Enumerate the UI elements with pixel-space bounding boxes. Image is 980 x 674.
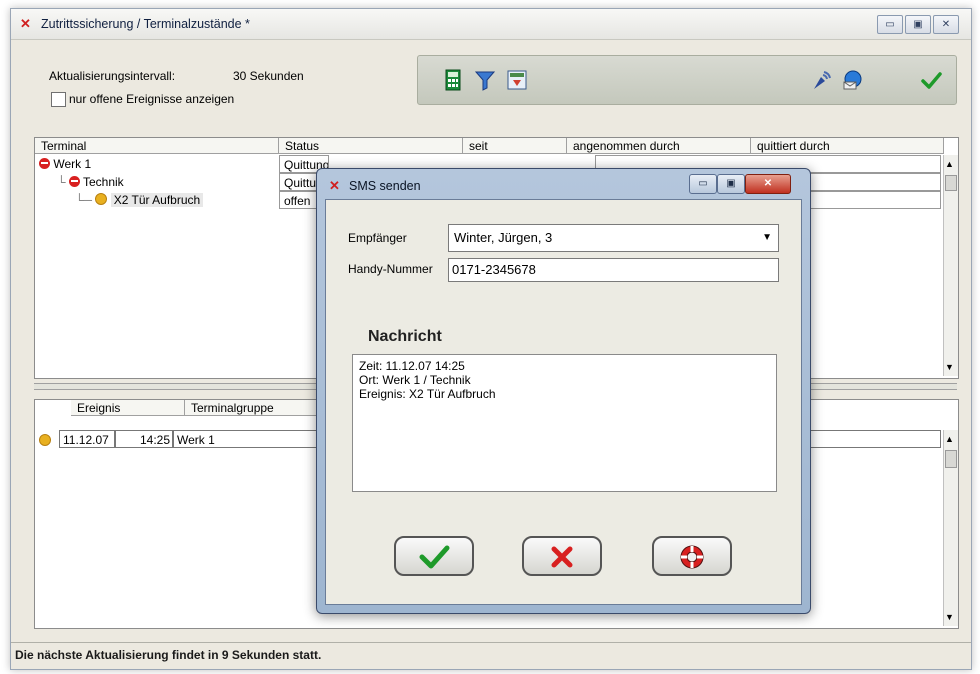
event-row-cell: [805, 430, 941, 448]
interval-value: 30 Sekunden: [233, 69, 304, 83]
dialog-body: Empfänger Winter, Jürgen, 3 ▼ Handy-Numm…: [325, 199, 802, 605]
help-button[interactable]: [652, 536, 732, 576]
scroll-thumb[interactable]: [945, 175, 957, 191]
alarm-icon: [68, 176, 80, 187]
scroll-thumb[interactable]: [945, 450, 957, 468]
tree-row-x2-door[interactable]: └─ X2 Tür Aufbruch: [75, 191, 204, 209]
radio-signal-icon[interactable]: [811, 69, 833, 91]
column-header-status[interactable]: Status: [279, 138, 463, 154]
column-header-since[interactable]: seit: [463, 138, 567, 154]
mail-globe-icon[interactable]: [841, 69, 863, 91]
checkmark-icon[interactable]: [920, 69, 942, 91]
scroll-up-icon[interactable]: ▲: [945, 159, 955, 169]
dialog-close-button[interactable]: ✕: [745, 174, 791, 194]
phone-label: Handy-Nummer: [348, 262, 433, 276]
alarm-icon: [39, 158, 50, 169]
message-line: Ereignis: X2 Tür Aufbruch: [359, 387, 496, 401]
dialog-minimize-button[interactable]: ▭: [689, 174, 717, 194]
cancel-button[interactable]: [522, 536, 602, 576]
warning-icon: [39, 434, 51, 446]
lifebuoy-icon: [680, 545, 704, 569]
event-time: 14:25: [115, 430, 173, 448]
close-button[interactable]: ✕: [933, 15, 959, 34]
event-date: 11.12.07: [59, 430, 115, 448]
toolbar: [417, 55, 957, 105]
dialog-title: SMS senden: [349, 179, 421, 193]
close-icon: [551, 546, 573, 568]
app-logo-icon: ✕: [329, 178, 340, 193]
message-line: Zeit: 11.12.07 14:25: [359, 359, 465, 373]
calculator-icon[interactable]: [442, 69, 464, 91]
confirm-button[interactable]: [394, 536, 474, 576]
statusbar: Die nächste Aktualisierung findet in 9 S…: [11, 642, 971, 669]
recipient-select[interactable]: Winter, Jürgen, 3 ▼: [448, 224, 779, 252]
tree-connector: └: [57, 175, 66, 189]
tree-row-technik[interactable]: └ Technik: [57, 173, 124, 191]
chevron-down-icon[interactable]: ▼: [762, 225, 772, 251]
sms-dialog: ✕ SMS senden ▭ ▣ ✕ Empfänger Winter, Jür…: [316, 168, 811, 614]
minimize-button[interactable]: ▭: [877, 15, 903, 34]
restore-button[interactable]: ▣: [905, 15, 931, 34]
terminal-name: X2 Tür Aufbruch: [110, 193, 204, 207]
scroll-down-icon[interactable]: ▼: [945, 362, 955, 372]
dialog-restore-button[interactable]: ▣: [717, 174, 745, 194]
filter-icon[interactable]: [474, 69, 496, 91]
scroll-down-icon[interactable]: ▼: [945, 612, 955, 622]
app-logo-icon: ✕: [20, 16, 31, 31]
scroll-up-icon[interactable]: ▲: [945, 434, 955, 444]
checkmark-icon: [419, 545, 450, 569]
status-text: Die nächste Aktualisierung findet in 9 S…: [15, 648, 322, 662]
message-textarea[interactable]: Zeit: 11.12.07 14:25 Ort: Werk 1 / Techn…: [352, 354, 777, 492]
recipient-label: Empfänger: [348, 231, 407, 245]
interval-label: Aktualisierungsintervall:: [49, 69, 176, 83]
only-open-checkbox[interactable]: [51, 92, 66, 107]
recipient-value: Winter, Jürgen, 3: [454, 230, 553, 245]
tree-row-werk1[interactable]: Werk 1: [39, 155, 91, 173]
column-header-terminal[interactable]: Terminal: [35, 138, 279, 154]
column-header-accepted-by[interactable]: angenommen durch: [567, 138, 751, 154]
column-header-acknowledged-by[interactable]: quittiert durch: [751, 138, 944, 154]
window-titlebar: ✕ Zutrittssicherung / Terminalzustände *…: [11, 9, 971, 40]
terminal-grid-scrollbar[interactable]: ▲ ▼: [943, 155, 958, 376]
window-title: Zutrittssicherung / Terminalzustände *: [41, 17, 250, 31]
export-icon[interactable]: [506, 69, 528, 91]
column-header-event[interactable]: Ereignis: [71, 400, 185, 416]
warning-icon: [95, 193, 108, 205]
message-heading: Nachricht: [368, 328, 442, 345]
terminal-name: Werk 1: [53, 157, 92, 171]
message-line: Ort: Werk 1 / Technik: [359, 373, 471, 387]
terminal-name: Technik: [82, 175, 124, 189]
event-grid-scrollbar[interactable]: ▲ ▼: [943, 430, 958, 626]
only-open-label: nur offene Ereignisse anzeigen: [69, 92, 235, 106]
tree-connector: └─: [75, 193, 93, 207]
phone-input[interactable]: 0171-2345678: [448, 258, 779, 282]
